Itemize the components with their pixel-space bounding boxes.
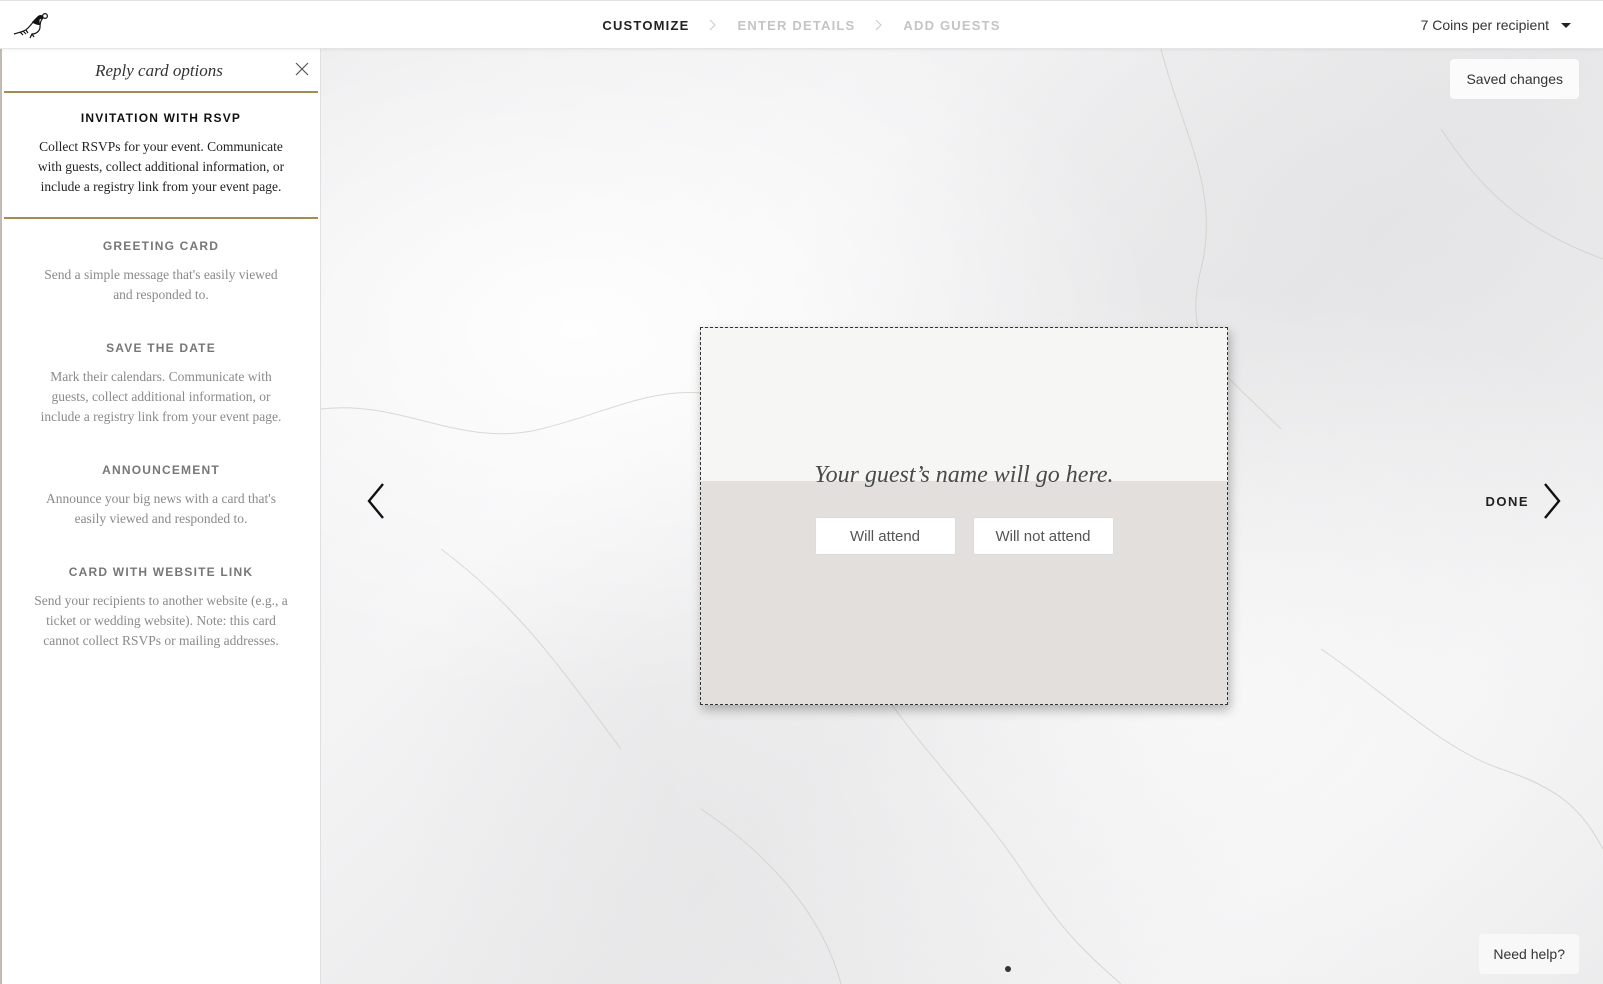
will-attend-button[interactable]: Will attend <box>814 517 956 555</box>
reply-card-preview[interactable]: Your guest’s name will go here. Will att… <box>700 327 1228 705</box>
chevron-right-icon <box>876 19 883 31</box>
panel-title: Reply card options <box>95 61 223 80</box>
need-help-button[interactable]: Need help? <box>1479 934 1579 974</box>
coins-label: 7 Coins per recipient <box>1420 17 1549 33</box>
done-button[interactable]: DONE <box>1485 481 1563 521</box>
marble-canvas: Saved changes DONE Your guest’s name wil… <box>321 49 1603 984</box>
option-title: ANNOUNCEMENT <box>102 463 220 477</box>
card-top-panel <box>701 328 1227 481</box>
chevron-left-icon[interactable] <box>365 481 387 521</box>
option-card-with-website-link[interactable]: CARD WITH WEBSITE LINK Send your recipie… <box>2 545 320 667</box>
saved-changes-status: Saved changes <box>1450 59 1579 99</box>
panel-header: Reply card options <box>4 49 318 93</box>
option-description: Send your recipients to another website … <box>34 593 288 648</box>
option-description: Mark their calendars. Communicate with g… <box>40 369 282 424</box>
step-add-guests[interactable]: ADD GUESTS <box>903 18 1000 33</box>
step-enter-details[interactable]: ENTER DETAILS <box>737 18 855 33</box>
guest-name-placeholder: Your guest’s name will go here. <box>814 462 1114 488</box>
option-announcement[interactable]: ANNOUNCEMENT Announce your big news with… <box>2 443 320 545</box>
option-title: GREETING CARD <box>102 239 220 253</box>
reply-card-options-panel: Reply card options INVITATION WITH RSVP … <box>0 49 321 984</box>
coins-dropdown[interactable]: 7 Coins per recipient <box>1421 17 1571 33</box>
option-greeting-card[interactable]: GREETING CARD Send a simple message that… <box>2 219 320 321</box>
chevron-right-icon <box>710 19 717 31</box>
option-title: CARD WITH WEBSITE LINK <box>68 565 254 579</box>
progress-steps: CUSTOMIZE ENTER DETAILS ADD GUESTS <box>0 1 1603 49</box>
option-save-the-date[interactable]: SAVE THE DATE Mark their calendars. Comm… <box>2 321 320 443</box>
top-header: CUSTOMIZE ENTER DETAILS ADD GUESTS 7 Coi… <box>0 0 1603 49</box>
option-invitation-with-rsvp[interactable]: INVITATION WITH RSVP Collect RSVPs for y… <box>4 93 318 219</box>
caret-down-icon <box>1561 22 1571 28</box>
rsvp-buttons: Will attend Will not attend <box>701 517 1227 555</box>
chevron-right-icon <box>1544 483 1561 519</box>
option-title: SAVE THE DATE <box>106 341 216 355</box>
option-description: Send a simple message that's easily view… <box>44 267 278 302</box>
step-customize[interactable]: CUSTOMIZE <box>602 18 689 33</box>
done-label: DONE <box>1485 493 1529 509</box>
will-not-attend-button[interactable]: Will not attend <box>972 517 1114 555</box>
close-icon[interactable] <box>294 61 310 77</box>
option-description: Collect RSVPs for your event. Communicat… <box>37 139 285 194</box>
option-title: INVITATION WITH RSVP <box>80 111 242 125</box>
page-indicator-dot[interactable] <box>1005 966 1011 972</box>
option-description: Announce your big news with a card that'… <box>45 491 276 526</box>
